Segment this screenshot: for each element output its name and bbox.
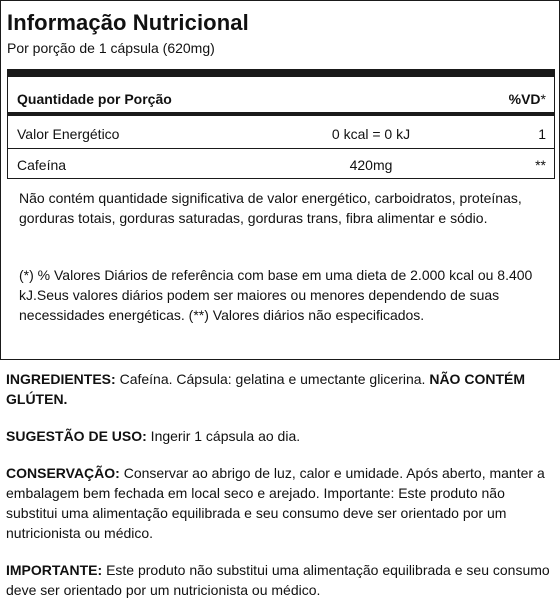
usage-paragraph: SUGESTÃO DE USO: Ingerir 1 cápsula ao di…	[6, 426, 554, 446]
usage-label: SUGESTÃO DE USO:	[6, 428, 147, 444]
nutrient-name: Valor Energético	[17, 126, 120, 142]
table-row: Cafeína 420mg **	[8, 150, 554, 180]
important-label: IMPORTANTE:	[6, 562, 103, 578]
insignificant-amounts-note: Não contém quantidade significativa de v…	[19, 190, 522, 226]
storage-label: CONSERVAÇÃO:	[6, 465, 120, 481]
serving-size: Por porção de 1 cápsula (620mg)	[7, 40, 215, 56]
panel-title: Informação Nutricional	[7, 10, 249, 35]
header-vd-label: %VD	[508, 91, 541, 107]
nutrition-table: Quantidade por Porção %VD* Valor Energét…	[7, 69, 555, 179]
header-quantity-per-serving: Quantidade por Porção	[17, 91, 172, 107]
daily-values-footnote: (*) % Valores Diários de referência com …	[19, 267, 533, 323]
nutrient-name: Cafeína	[17, 157, 67, 173]
nutrition-facts-panel: Informação Nutricional Por porção de 1 c…	[0, 0, 560, 360]
ingredients-text: Cafeína. Cápsula: gelatina e umectante g…	[115, 371, 430, 387]
ingredients-label: INGREDIENTES:	[6, 371, 116, 387]
header-vd-mark: *	[540, 91, 546, 107]
nutrient-quantity: 0 kcal = 0 kJ	[331, 126, 411, 142]
usage-text: Ingerir 1 cápsula ao dia.	[146, 428, 301, 444]
ingredients-paragraph: INGREDIENTES: Cafeína. Cápsula: gelatina…	[6, 369, 554, 409]
important-paragraph: IMPORTANTE: Este produto não substitui u…	[6, 560, 554, 598]
table-header-row: Quantidade por Porção %VD*	[8, 86, 554, 116]
nutrient-daily-value: **	[535, 157, 546, 173]
nutrient-quantity: 420mg	[349, 157, 393, 173]
header-daily-value: %VD*	[509, 90, 546, 108]
table-row: Valor Energético 0 kcal = 0 kJ 1	[8, 119, 554, 149]
storage-paragraph: CONSERVAÇÃO: Conservar ao abrigo de luz,…	[6, 463, 554, 543]
nutrient-daily-value: 1	[538, 126, 546, 142]
